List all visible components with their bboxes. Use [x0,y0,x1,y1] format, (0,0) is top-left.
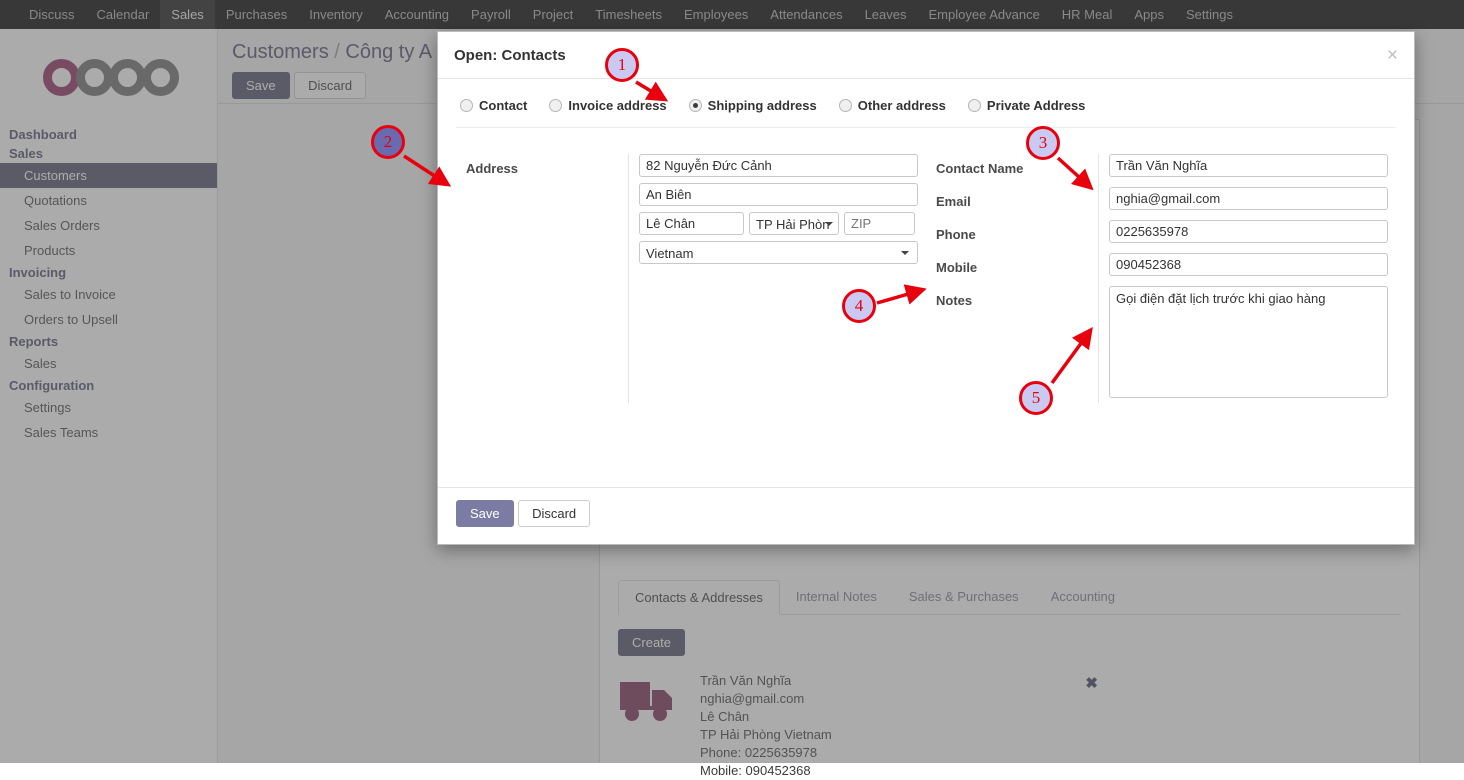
radio-private-address[interactable]: Private Address [968,98,1086,113]
notes-label: Notes [936,286,1098,315]
chevron-down-icon [825,222,833,226]
contact-name-input[interactable] [1109,154,1388,177]
radio-dot [549,99,562,112]
mobile-input[interactable] [1109,253,1388,276]
contact-details-column: Contact Name Email Phone Mobile Notes Gọ… [926,154,1396,403]
country-select-value: Vietnam [646,246,693,261]
radio-dot [460,99,473,112]
dialog-save-button[interactable]: Save [456,500,514,527]
country-select[interactable]: Vietnam [639,241,918,264]
chevron-down-icon [901,251,909,255]
city-input[interactable] [639,212,744,235]
email-label: Email [936,187,1098,216]
city-state-zip-row: TP Hải Phòn [639,212,926,235]
contact-card-mobile: Mobile: 090452368 [700,762,832,780]
dialog-discard-button[interactable]: Discard [518,500,590,527]
state-select[interactable]: TP Hải Phòn [749,212,839,235]
dialog-footer: Save Discard [438,487,1414,544]
phone-input[interactable] [1109,220,1388,243]
address-label-column: Address [456,154,628,403]
radio-shipping-address[interactable]: Shipping address [689,98,817,113]
address-type-radio-group: Contact Invoice address Shipping address Ot… [456,94,1396,128]
mobile-label: Mobile [936,253,1098,282]
radio-label: Contact [479,98,527,113]
open-contacts-dialog: Open: Contacts × Contact Invoice address S… [437,31,1415,545]
radio-dot [839,99,852,112]
address-column: Address TP Hải Phòn Vietnam [456,154,926,403]
radio-invoice-address[interactable]: Invoice address [549,98,666,113]
radio-label: Shipping address [708,98,817,113]
address-field-column: TP Hải Phòn Vietnam [628,154,926,403]
radio-contact[interactable]: Contact [460,98,527,113]
street-input[interactable] [639,154,918,177]
close-icon[interactable]: × [1387,46,1398,65]
dialog-body: Contact Invoice address Shipping address Ot… [438,80,1414,487]
state-select-value: TP Hải Phòn [756,217,829,232]
dialog-title: Open: Contacts [454,47,566,64]
email-input[interactable] [1109,187,1388,210]
zip-input[interactable] [844,212,915,235]
contact-field-column: Gọi điện đặt lịch trước khi giao hàng [1098,154,1396,403]
radio-label: Private Address [987,98,1086,113]
notes-textarea[interactable]: Gọi điện đặt lịch trước khi giao hàng [1109,286,1388,398]
contact-name-label: Contact Name [936,154,1098,183]
dialog-header: Open: Contacts × [438,32,1414,79]
radio-label: Other address [858,98,946,113]
contact-label-column: Contact Name Email Phone Mobile Notes [926,154,1098,403]
radio-dot [968,99,981,112]
contact-form-grid: Address TP Hải Phòn Vietnam [456,128,1396,403]
street2-input[interactable] [639,183,918,206]
radio-other-address[interactable]: Other address [839,98,946,113]
address-label: Address [466,154,628,183]
radio-label: Invoice address [568,98,666,113]
radio-dot [689,99,702,112]
phone-label: Phone [936,220,1098,249]
